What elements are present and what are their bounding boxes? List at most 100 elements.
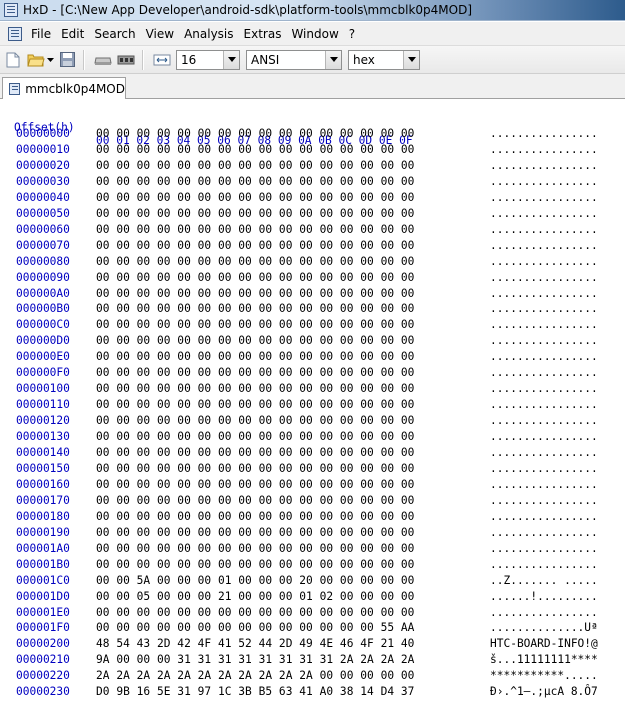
row-bytes[interactable]: 00 00 00 00 00 00 00 00 00 00 00 00 00 0… xyxy=(96,413,414,429)
hxd-app-icon[interactable] xyxy=(4,3,18,17)
menu-file[interactable]: File xyxy=(26,27,56,41)
row-bytes[interactable]: 00 00 5A 00 00 00 01 00 00 00 20 00 00 0… xyxy=(96,573,414,589)
row-bytes[interactable]: 00 00 00 00 00 00 00 00 00 00 00 00 00 0… xyxy=(96,126,414,142)
row-ascii[interactable]: ................ xyxy=(490,206,598,222)
row-bytes[interactable]: 00 00 00 00 00 00 00 00 00 00 00 00 00 0… xyxy=(96,349,414,365)
row-bytes[interactable]: 00 00 00 00 00 00 00 00 00 00 00 00 00 0… xyxy=(96,142,414,158)
row-bytes[interactable]: 00 00 00 00 00 00 00 00 00 00 00 00 00 0… xyxy=(96,206,414,222)
row-bytes[interactable]: 00 00 00 00 00 00 00 00 00 00 00 00 00 0… xyxy=(96,381,414,397)
row-bytes[interactable]: 00 00 00 00 00 00 00 00 00 00 00 00 00 0… xyxy=(96,158,414,174)
row-ascii[interactable]: ..Z....... ..... xyxy=(490,573,598,589)
row-bytes[interactable]: 00 00 00 00 00 00 00 00 00 00 00 00 00 0… xyxy=(96,509,414,525)
row-bytes[interactable]: 00 00 00 00 00 00 00 00 00 00 00 00 00 0… xyxy=(96,605,414,621)
row-ascii[interactable]: ................ xyxy=(490,429,598,445)
row-bytes[interactable]: 00 00 00 00 00 00 00 00 00 00 00 00 00 0… xyxy=(96,461,414,477)
window-title: HxD - [C:\New App Developer\android-sdk\… xyxy=(23,3,473,17)
row-ascii[interactable]: ................ xyxy=(490,605,598,621)
row-ascii[interactable]: š...11111111**** xyxy=(490,652,598,668)
charset-select[interactable]: ANSI xyxy=(246,49,342,70)
row-bytes[interactable]: 00 00 00 00 00 00 00 00 00 00 00 00 00 0… xyxy=(96,493,414,509)
chevron-down-icon[interactable] xyxy=(403,50,419,69)
row-bytes[interactable]: 00 00 00 00 00 00 00 00 00 00 00 00 00 0… xyxy=(96,445,414,461)
row-bytes[interactable]: 00 00 00 00 00 00 00 00 00 00 00 00 00 0… xyxy=(96,286,414,302)
bytes-per-row-select[interactable]: 16 xyxy=(176,49,240,70)
row-bytes[interactable]: 00 00 00 00 00 00 00 00 00 00 00 00 00 0… xyxy=(96,174,414,190)
row-offset: 00000000 xyxy=(16,127,70,140)
row-ascii[interactable]: ................ xyxy=(490,493,598,509)
row-ascii[interactable]: ................ xyxy=(490,541,598,557)
row-bytes[interactable]: 48 54 43 2D 42 4F 41 52 44 2D 49 4E 46 4… xyxy=(96,636,414,652)
row-bytes[interactable]: 00 00 00 00 00 00 00 00 00 00 00 00 00 0… xyxy=(96,317,414,333)
row-bytes[interactable]: 00 00 00 00 00 00 00 00 00 00 00 00 00 0… xyxy=(96,301,414,317)
row-ascii[interactable]: ................ xyxy=(490,270,598,286)
row-bytes[interactable]: 00 00 00 00 00 00 00 00 00 00 00 00 00 0… xyxy=(96,525,414,541)
row-ascii[interactable]: ................ xyxy=(490,397,598,413)
ram-icon[interactable] xyxy=(116,50,136,70)
row-bytes[interactable]: 00 00 00 00 00 00 00 00 00 00 00 00 00 0… xyxy=(96,397,414,413)
document-menu-icon[interactable] xyxy=(8,26,22,41)
row-offset: 00000200 xyxy=(16,637,70,651)
row-ascii[interactable]: Ð›.^1—.;µcA 8.Ô7 xyxy=(490,684,598,700)
row-ascii[interactable]: ................ xyxy=(490,158,598,174)
row-ascii[interactable]: ................ xyxy=(490,509,598,525)
offset-base-select[interactable]: hex xyxy=(348,49,420,70)
row-ascii[interactable]: ................ xyxy=(490,190,598,206)
row-ascii[interactable]: ................ xyxy=(490,222,598,238)
row-bytes[interactable]: 00 00 00 00 00 00 00 00 00 00 00 00 00 0… xyxy=(96,270,414,286)
row-bytes[interactable]: 00 00 00 00 00 00 00 00 00 00 00 00 00 0… xyxy=(96,429,414,445)
row-bytes[interactable]: 9A 00 00 00 31 31 31 31 31 31 31 31 2A 2… xyxy=(96,652,414,668)
disk-icon[interactable] xyxy=(93,50,113,70)
row-ascii[interactable]: ................ xyxy=(490,174,598,190)
row-ascii[interactable]: ................ xyxy=(490,301,598,317)
row-offset: 00000020 xyxy=(16,158,70,172)
chevron-down-icon[interactable] xyxy=(325,50,341,69)
row-bytes[interactable]: 00 00 05 00 00 00 21 00 00 00 01 02 00 0… xyxy=(96,589,414,605)
row-bytes[interactable]: D0 9B 16 5E 31 97 1C 3B B5 63 41 A0 38 1… xyxy=(96,684,414,700)
menu-window[interactable]: Window xyxy=(286,27,343,41)
tab-mmcblk0p4mod[interactable]: mmcblk0p4MOD xyxy=(2,77,126,99)
row-bytes[interactable]: 00 00 00 00 00 00 00 00 00 00 00 00 00 0… xyxy=(96,254,414,270)
save-icon[interactable] xyxy=(57,50,77,70)
menu-view[interactable]: View xyxy=(141,27,179,41)
menu-analysis[interactable]: Analysis xyxy=(179,27,238,41)
chevron-down-icon[interactable] xyxy=(223,50,239,69)
row-bytes[interactable]: 00 00 00 00 00 00 00 00 00 00 00 00 00 0… xyxy=(96,541,414,557)
menu-edit[interactable]: Edit xyxy=(56,27,89,41)
hex-editor[interactable]: Offset(h) 00 01 02 03 04 05 06 07 08 09 … xyxy=(0,99,625,708)
row-ascii[interactable]: ***********..... xyxy=(490,668,598,684)
row-ascii[interactable]: ................ xyxy=(490,381,598,397)
row-ascii[interactable]: ................ xyxy=(490,477,598,493)
menu-extras[interactable]: Extras xyxy=(239,27,287,41)
row-ascii[interactable]: ................ xyxy=(490,333,598,349)
row-bytes[interactable]: 00 00 00 00 00 00 00 00 00 00 00 00 00 0… xyxy=(96,620,414,636)
row-bytes[interactable]: 00 00 00 00 00 00 00 00 00 00 00 00 00 0… xyxy=(96,333,414,349)
row-ascii[interactable]: ................ xyxy=(490,317,598,333)
row-ascii[interactable]: ................ xyxy=(490,142,598,158)
row-bytes[interactable]: 00 00 00 00 00 00 00 00 00 00 00 00 00 0… xyxy=(96,365,414,381)
row-bytes[interactable]: 00 00 00 00 00 00 00 00 00 00 00 00 00 0… xyxy=(96,557,414,573)
row-bytes[interactable]: 00 00 00 00 00 00 00 00 00 00 00 00 00 0… xyxy=(96,190,414,206)
row-ascii[interactable]: ................ xyxy=(490,461,598,477)
row-ascii[interactable]: HTC-BOARD-INFO!@ xyxy=(490,636,598,652)
row-ascii[interactable]: ................ xyxy=(490,254,598,270)
row-ascii[interactable]: ................ xyxy=(490,286,598,302)
row-ascii[interactable]: ......!......... xyxy=(490,589,598,605)
row-ascii[interactable]: ................ xyxy=(490,349,598,365)
row-ascii[interactable]: ..............Uª xyxy=(490,620,598,636)
row-bytes[interactable]: 2A 2A 2A 2A 2A 2A 2A 2A 2A 2A 2A 00 00 0… xyxy=(96,668,414,684)
open-dropdown-icon[interactable] xyxy=(46,50,54,70)
menu-help[interactable]: ? xyxy=(344,27,360,41)
row-ascii[interactable]: ................ xyxy=(490,126,598,142)
row-bytes[interactable]: 00 00 00 00 00 00 00 00 00 00 00 00 00 0… xyxy=(96,238,414,254)
row-ascii[interactable]: ................ xyxy=(490,365,598,381)
open-folder-icon[interactable] xyxy=(26,50,46,70)
row-ascii[interactable]: ................ xyxy=(490,445,598,461)
new-file-icon[interactable] xyxy=(3,50,23,70)
row-bytes[interactable]: 00 00 00 00 00 00 00 00 00 00 00 00 00 0… xyxy=(96,477,414,493)
row-ascii[interactable]: ................ xyxy=(490,525,598,541)
row-ascii[interactable]: ................ xyxy=(490,557,598,573)
row-bytes[interactable]: 00 00 00 00 00 00 00 00 00 00 00 00 00 0… xyxy=(96,222,414,238)
menu-search[interactable]: Search xyxy=(89,27,140,41)
row-ascii[interactable]: ................ xyxy=(490,238,598,254)
row-ascii[interactable]: ................ xyxy=(490,413,598,429)
